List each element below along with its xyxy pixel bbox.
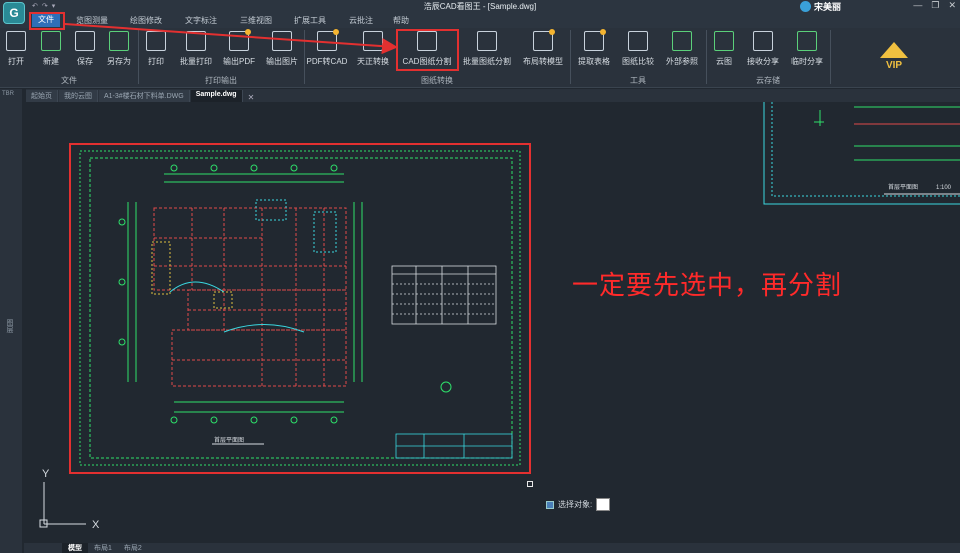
- cloud-icon: [714, 31, 734, 51]
- document-tabs: 起始页 我的云图 A1-3#楼石材下料单.DWG Sample.dwg ✕: [26, 89, 960, 102]
- batch-printer-icon: [186, 31, 206, 51]
- minimize-button[interactable]: —: [913, 0, 922, 11]
- extract-table-button[interactable]: 提取表格: [573, 29, 615, 67]
- new-file-icon: [41, 31, 61, 51]
- user-name: 宋美丽: [814, 2, 842, 12]
- restore-button[interactable]: ❐: [931, 0, 939, 11]
- vip-label: VIP: [885, 60, 903, 71]
- sheet-border: [79, 150, 521, 466]
- sheet-inner-border: [89, 157, 513, 459]
- brand-icon: [800, 1, 811, 12]
- group-label-tools: 工具: [630, 76, 646, 85]
- tab-stone-sheet[interactable]: A1-3#楼石材下料单.DWG: [99, 90, 190, 102]
- pdf-icon: [229, 29, 251, 51]
- pdf-convert-icon: [317, 29, 339, 51]
- receive-share-button[interactable]: 接收分享: [742, 31, 784, 67]
- crown-icon: [880, 42, 908, 58]
- xref-button[interactable]: 外部参照: [661, 31, 703, 67]
- print-button[interactable]: 打印: [135, 31, 177, 67]
- layout-tabs: 模型 布局1 布局2: [24, 543, 960, 553]
- close-tab-icon[interactable]: ✕: [244, 93, 259, 102]
- tab-my-cloud[interactable]: 我的云图: [59, 90, 98, 102]
- convert-icon: [363, 31, 383, 51]
- layout-to-model-button[interactable]: 布局转模型: [518, 29, 568, 67]
- temp-share-button[interactable]: 临时分享: [786, 31, 828, 67]
- save-as-button[interactable]: 另存为: [98, 31, 140, 67]
- selection-grip[interactable]: [527, 481, 533, 487]
- app-logo[interactable]: G: [3, 2, 25, 24]
- annotation-text: 一定要先选中，再分割: [572, 271, 843, 301]
- tab-model[interactable]: 模型: [62, 543, 88, 553]
- share-icon: [797, 31, 817, 51]
- tab-start-page[interactable]: 起始页: [26, 90, 58, 102]
- secondary-sheet: [763, 102, 960, 205]
- close-button[interactable]: ✕: [948, 0, 956, 11]
- select-object-prompt: 选择对象:: [546, 498, 611, 511]
- building-plan: [151, 199, 347, 387]
- printer-icon: [146, 31, 166, 51]
- select-prompt-label: 选择对象:: [558, 500, 593, 509]
- selection-highlight-frame: [69, 143, 531, 474]
- xref-icon: [672, 31, 692, 51]
- secondary-sheet-details: [814, 106, 960, 195]
- ucs-y-label: Y: [42, 468, 50, 480]
- batch-split-icon: [477, 31, 497, 51]
- image-icon: [272, 31, 292, 51]
- vip-badge[interactable]: VIP: [870, 42, 918, 71]
- schedule-table: [391, 265, 497, 325]
- tangent-convert-button[interactable]: 天正转换: [352, 31, 394, 67]
- group-label-file: 文件: [61, 76, 77, 85]
- group-label-convert: 图纸转换: [421, 76, 453, 85]
- ribbon-toolbar: 打开 新建 保存 另存为 文件 打印 批量打印 输出PDF 输出图片 打印输出 …: [0, 28, 960, 88]
- pdf-to-cad-button[interactable]: PDF转CAD: [306, 29, 348, 67]
- tab-layout1[interactable]: 布局1: [88, 543, 118, 553]
- cloud-button[interactable]: 云图: [703, 31, 745, 67]
- title-bar: ↶ ↷ ▾ 浩辰CAD看图王 - [Sample.dwg] 宋美丽 — ❐ ✕: [0, 0, 960, 13]
- receive-icon: [753, 31, 773, 51]
- select-object-input[interactable]: [596, 498, 611, 511]
- ucs-icon: [39, 482, 86, 528]
- compare-drawing-button[interactable]: 图纸比较: [617, 31, 659, 67]
- prompt-icon: [546, 500, 554, 509]
- save-icon: [75, 31, 95, 51]
- group-label-cloud: 云存储: [756, 76, 780, 85]
- tab-layout2[interactable]: 布局2: [118, 543, 148, 553]
- export-pdf-button[interactable]: 输出PDF: [218, 29, 260, 67]
- title-block: [395, 433, 513, 459]
- user-account[interactable]: 宋美丽: [800, 0, 841, 13]
- left-panel-strip: TBR 图层: [0, 89, 22, 553]
- north-arrow: [440, 381, 452, 393]
- menu-cloud-annotation[interactable]: 云批注: [349, 15, 373, 26]
- layout-icon: [533, 29, 555, 51]
- menu-extension-tools[interactable]: 扩展工具: [294, 15, 326, 26]
- highlight-cad-split: [396, 29, 459, 71]
- export-image-button[interactable]: 输出图片: [261, 31, 303, 67]
- dimension-lines: [127, 173, 363, 413]
- batch-split-button[interactable]: 批量图纸分割: [460, 31, 514, 67]
- table-icon: [584, 29, 606, 51]
- layer-panel-toggle[interactable]: 图层: [4, 319, 14, 333]
- secondary-sheet-scale: 1:100: [936, 185, 952, 191]
- highlight-file-menu: [29, 12, 65, 30]
- ucs-x-label: X: [92, 519, 100, 531]
- group-label-print: 打印输出: [205, 76, 237, 85]
- menu-3d-view[interactable]: 三维视图: [240, 15, 272, 26]
- menu-text-dimension[interactable]: 文字标注: [185, 15, 217, 26]
- plan-title: 首层平面图: [214, 436, 244, 444]
- group-divider: [830, 30, 831, 84]
- save-as-icon: [109, 31, 129, 51]
- compare-icon: [628, 31, 648, 51]
- drawing-canvas[interactable]: 首层平面图 1:100 首层平面图 Y X 一定要先选中，再分割 选择对象:: [24, 102, 960, 543]
- folder-icon: [6, 31, 26, 51]
- secondary-sheet-title: 首层平面图: [888, 183, 918, 191]
- panel-tag: TBR: [2, 91, 14, 97]
- menu-bar: 文件 览图测量 绘图修改 文字标注 三维视图 扩展工具 云批注 帮助: [0, 13, 960, 28]
- menu-view-measure[interactable]: 览图测量: [76, 15, 108, 26]
- cad-drawing: 首层平面图 1:100 首层平面图 Y X: [39, 102, 960, 531]
- menu-help[interactable]: 帮助: [393, 15, 409, 26]
- tab-sample-dwg[interactable]: Sample.dwg: [190, 90, 243, 102]
- menu-draw-modify[interactable]: 绘图修改: [130, 15, 162, 26]
- window-controls: — ❐ ✕: [913, 0, 956, 11]
- batch-print-button[interactable]: 批量打印: [175, 31, 217, 67]
